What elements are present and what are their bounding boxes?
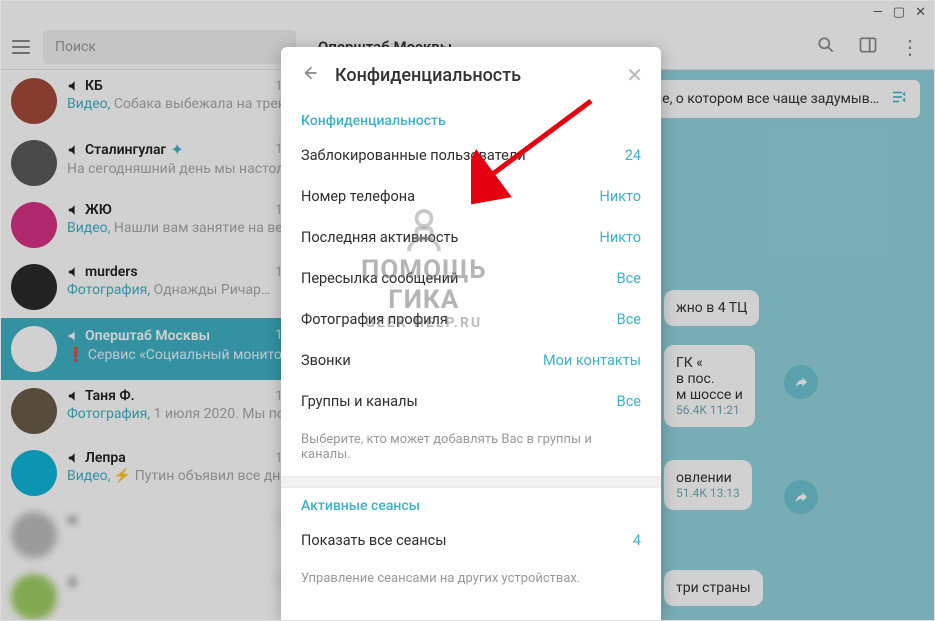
row-value: Все <box>617 393 641 410</box>
row-value: Никто <box>600 188 642 205</box>
row-label: Номер телефона <box>301 188 415 205</box>
back-button[interactable] <box>299 63 319 87</box>
privacy-hint: Выберите, кто может добавлять Вас в груп… <box>281 422 661 476</box>
section-sessions: Активные сеансы <box>281 488 661 520</box>
privacy-settings-modal: Конфиденциальность ✕ Конфиденциальность … <box>281 47 661 620</box>
row-label: Показать все сеансы <box>301 532 446 549</box>
settings-row[interactable]: Показать все сеансы 4 <box>281 520 661 561</box>
row-value: 4 <box>633 532 641 549</box>
row-value: Мои контакты <box>543 352 641 369</box>
modal-title: Конфиденциальность <box>335 65 521 86</box>
row-value: Все <box>617 270 641 287</box>
settings-row[interactable]: Группы и каналы Все <box>281 381 661 422</box>
close-button[interactable]: ✕ <box>626 63 643 87</box>
row-label: Фотография профиля <box>301 311 448 328</box>
row-label: Последняя активность <box>301 229 458 246</box>
settings-row[interactable]: Фотография профиля Все <box>281 299 661 340</box>
row-label: Группы и каналы <box>301 393 418 410</box>
row-label: Заблокированные пользователи <box>301 147 526 164</box>
section-privacy: Конфиденциальность <box>281 103 661 135</box>
row-value: Все <box>617 311 641 328</box>
row-label: Пересылка сообщений <box>301 270 458 287</box>
settings-row[interactable]: Номер телефона Никто <box>281 176 661 217</box>
settings-row[interactable]: Звонки Мои контакты <box>281 340 661 381</box>
section-divider <box>281 476 661 488</box>
row-label: Звонки <box>301 352 351 369</box>
row-value: 24 <box>625 147 641 164</box>
settings-row[interactable]: Последняя активность Никто <box>281 217 661 258</box>
settings-row[interactable]: Заблокированные пользователи 24 <box>281 135 661 176</box>
sessions-hint: Управление сеансами на других устройства… <box>281 561 661 600</box>
settings-row[interactable]: Пересылка сообщений Все <box>281 258 661 299</box>
row-value: Никто <box>600 229 642 246</box>
